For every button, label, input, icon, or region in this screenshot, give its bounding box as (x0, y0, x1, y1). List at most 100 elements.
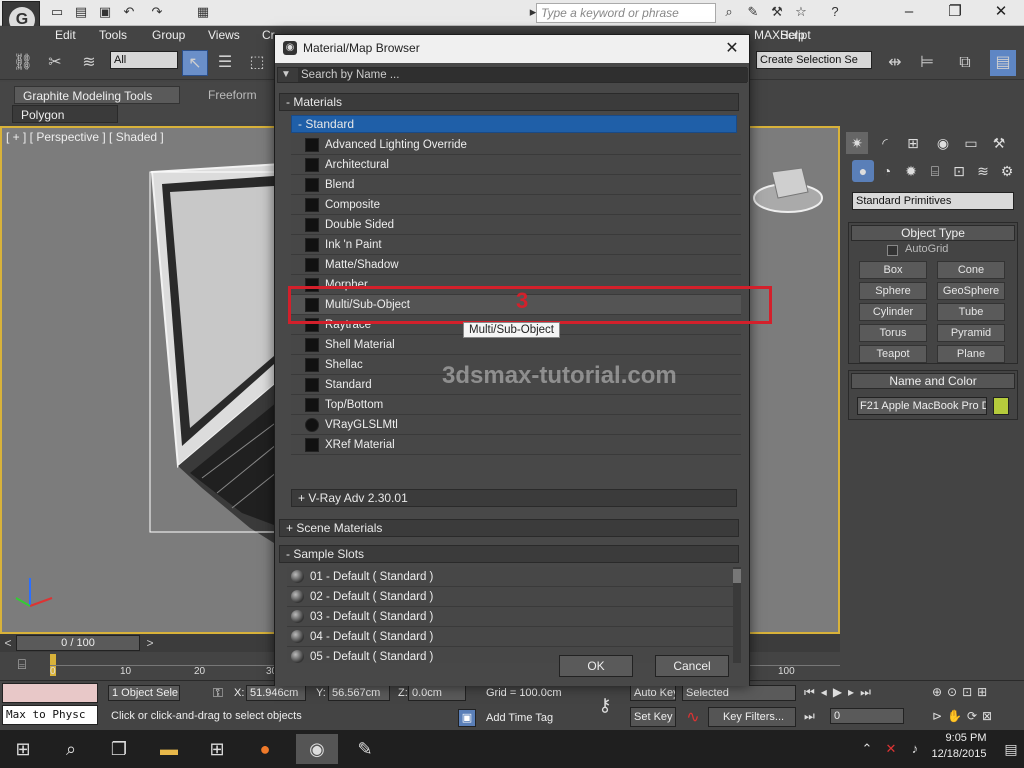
communication-center-icon[interactable]: ✎ (744, 3, 762, 21)
cameras-icon[interactable]: ⌸ (924, 160, 946, 182)
box-button[interactable]: Box (859, 261, 927, 279)
search-options-icon[interactable]: ▼ (281, 69, 291, 80)
firefox-icon[interactable]: ● (250, 734, 280, 764)
notifications-icon[interactable]: ▤ (996, 734, 1024, 764)
clock-time[interactable]: 9:05 PM (936, 732, 996, 744)
list-item[interactable]: Top/Bottom (291, 395, 741, 415)
sample-slots-group-header[interactable]: - Sample Slots (279, 545, 739, 563)
tab-freeform[interactable]: Freeform (200, 86, 265, 104)
object-type-rollout-header[interactable]: Object Type (851, 225, 1015, 241)
display-tab-icon[interactable]: ▭ (960, 132, 982, 154)
binoculars-icon[interactable]: ⌕ (720, 3, 738, 21)
list-item[interactable]: Composite (291, 195, 741, 215)
save-file-icon[interactable]: ▣ (96, 3, 114, 21)
maxscript-listener-pink[interactable] (2, 683, 98, 703)
time-slider-next-icon[interactable]: > (142, 635, 158, 651)
dialog-title-bar[interactable]: ◉ Material/Map Browser ✕ (275, 35, 749, 63)
object-name-field[interactable]: F21 Apple MacBook Pro Dis (857, 397, 987, 415)
list-item[interactable]: 01 - Default ( Standard ) (287, 567, 733, 587)
menu-views[interactable]: Views (208, 28, 240, 42)
list-item[interactable]: Blend (291, 175, 741, 195)
list-item[interactable]: Advanced Lighting Override (291, 135, 741, 155)
set-key-button[interactable]: Set Key (630, 707, 676, 727)
geometry-icon[interactable]: ● (852, 160, 874, 182)
undo-icon[interactable]: ↶ (120, 3, 138, 21)
store-icon[interactable]: ⊞ (202, 734, 232, 764)
help-search-input[interactable]: Type a keyword or phrase (536, 3, 716, 23)
y-coordinate-field[interactable]: 56.567cm (328, 685, 390, 701)
viewport-navigation-controls[interactable]: ⊕⊙⊡⊞ (932, 685, 1022, 701)
menu-create[interactable]: Cr (262, 28, 275, 42)
key-mode-toggle-icon[interactable]: ⏭ (804, 709, 824, 725)
list-item[interactable]: XRef Material (291, 435, 741, 455)
help-icon[interactable]: ? (826, 3, 844, 21)
geosphere-button[interactable]: GeoSphere (937, 282, 1005, 300)
vray-group-header[interactable]: + V-Ray Adv 2.30.01 (291, 489, 737, 507)
list-item[interactable]: 04 - Default ( Standard ) (287, 627, 733, 647)
hierarchy-tab-icon[interactable]: ⊞ (902, 132, 924, 154)
menu-edit[interactable]: Edit (55, 28, 76, 42)
bind-space-warp-icon[interactable]: ≋ (76, 50, 102, 76)
maxscript-mini-listener[interactable]: Max to Physc (2, 705, 98, 725)
standard-group-header[interactable]: - Standard (291, 115, 737, 133)
cylinder-button[interactable]: Cylinder (859, 303, 927, 321)
windows-start-icon[interactable]: ⊞ (8, 734, 38, 764)
open-file-icon[interactable]: ▤ (72, 3, 90, 21)
list-item[interactable]: 03 - Default ( Standard ) (287, 607, 733, 627)
teapot-button[interactable]: Teapot (859, 345, 927, 363)
mirror-icon[interactable]: ⇹ (882, 50, 908, 76)
autogrid-checkbox[interactable] (887, 245, 898, 256)
selection-filter-dropdown[interactable]: All (110, 51, 178, 69)
key-mode-dropdown[interactable]: Selected (682, 685, 796, 701)
list-item[interactable]: VRayGLSLMtl (291, 415, 741, 435)
current-frame-field[interactable]: 0 (830, 708, 904, 724)
align-icon[interactable]: ⊨ (914, 50, 940, 76)
motion-tab-icon[interactable]: ◉ (932, 132, 954, 154)
list-item[interactable]: 02 - Default ( Standard ) (287, 587, 733, 607)
clock-date[interactable]: 12/18/2015 (926, 748, 992, 760)
menu-tools[interactable]: Tools (99, 28, 127, 42)
curve-editor-mini-icon[interactable]: ⌸ (8, 656, 36, 676)
create-tab-icon[interactable]: ✷ (846, 132, 868, 154)
redo-icon[interactable]: ↷ (148, 3, 166, 21)
viewport-navigation-controls-2[interactable]: ⊳✋⟳⊠ (932, 709, 1022, 725)
new-file-icon[interactable]: ▭ (48, 3, 66, 21)
space-warps-icon[interactable]: ≋ (972, 160, 994, 182)
selection-lock-icon[interactable]: ⚿ (210, 685, 226, 701)
time-slider-prev-icon[interactable]: < (0, 635, 16, 651)
object-color-swatch[interactable] (993, 397, 1009, 415)
polygon-modeling-panel[interactable]: Polygon Modeling (12, 105, 118, 140)
modify-tab-icon[interactable]: ◜ (874, 132, 896, 154)
menu-help[interactable]: Help (780, 28, 805, 42)
menu-group[interactable]: Group (152, 28, 185, 42)
torus-button[interactable]: Torus (859, 324, 927, 342)
tools-icon[interactable]: ⚒ (768, 3, 786, 21)
add-time-tag[interactable]: Add Time Tag (486, 712, 553, 724)
list-item[interactable]: Shell Material (291, 335, 741, 355)
list-item[interactable]: Matte/Shadow (291, 255, 741, 275)
file-explorer-icon[interactable]: ▬ (154, 734, 184, 764)
named-selection-sets-dropdown[interactable]: Create Selection Se (756, 51, 872, 69)
z-coordinate-field[interactable]: 0.0cm (408, 685, 466, 701)
3dsmax-taskbar-icon[interactable]: ◉ (296, 734, 338, 764)
ok-button[interactable]: OK (559, 655, 633, 677)
shapes-icon[interactable]: ◔ (876, 160, 898, 182)
select-by-name-icon[interactable]: ☰ (212, 50, 238, 76)
key-tangent-icon[interactable]: ∿ (682, 707, 704, 727)
helpers-icon[interactable]: ⊡ (948, 160, 970, 182)
unlink-icon[interactable]: ✂ (42, 50, 68, 76)
close-window-button[interactable]: ✕ (978, 0, 1024, 24)
materials-group-header[interactable]: - Materials (279, 93, 739, 111)
layer-manager-icon[interactable]: ⧉ (952, 50, 978, 76)
isolate-selection-icon[interactable]: ▣ (458, 709, 476, 727)
playback-controls[interactable]: ⏮◂▶▸⏭ (804, 685, 914, 701)
maximize-button[interactable]: ❐ (932, 0, 978, 24)
favorites-star-icon[interactable]: ☆ (792, 3, 810, 21)
select-and-link-icon[interactable]: ⛓ (10, 50, 36, 76)
render-setup-icon[interactable]: ▤ (990, 50, 1016, 76)
list-item[interactable]: Architectural (291, 155, 741, 175)
frame-counter[interactable]: 0 / 100 (16, 635, 140, 651)
sample-slots-scrollbar[interactable] (733, 567, 741, 663)
scene-materials-group-header[interactable]: + Scene Materials (279, 519, 739, 537)
object-category-dropdown[interactable]: Standard Primitives (852, 192, 1014, 210)
